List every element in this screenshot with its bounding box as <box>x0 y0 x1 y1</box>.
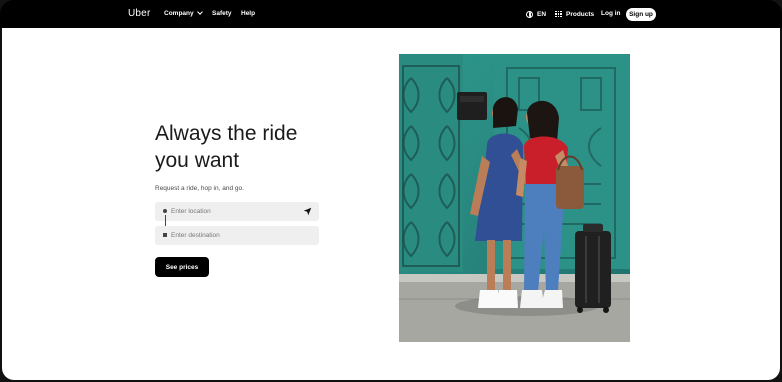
see-prices-button[interactable]: See prices <box>155 257 209 277</box>
grid-icon <box>555 10 562 18</box>
uber-logo[interactable]: Uber <box>128 8 150 19</box>
location-field[interactable] <box>155 202 319 221</box>
page-title: Always the ride you want <box>155 120 335 174</box>
browser-frame: Uber Company Safety Help EN Products Log… <box>0 0 782 382</box>
login-link[interactable]: Log in <box>601 10 621 17</box>
location-input[interactable] <box>171 202 301 221</box>
destination-input[interactable] <box>171 226 301 245</box>
hero-subtext: Request a ride, hop in, and go. <box>155 185 244 192</box>
hero-image <box>399 54 630 342</box>
globe-icon <box>526 10 533 18</box>
company-menu[interactable]: Company <box>164 9 203 17</box>
dot-icon <box>163 209 167 213</box>
destination-field[interactable] <box>155 226 319 245</box>
headline-line-1: Always the ride <box>155 122 298 145</box>
language-label: EN <box>537 10 547 18</box>
company-menu-label: Company <box>164 10 194 17</box>
main-content: Always the ride you want Request a ride,… <box>2 28 780 380</box>
hero-photo <box>399 54 630 342</box>
products-label: Products <box>566 10 595 18</box>
navigation-arrow-icon[interactable] <box>303 207 312 216</box>
top-navigation-bar: Uber Company Safety Help EN Products Log… <box>0 0 782 28</box>
signup-button[interactable]: Sign up <box>626 8 656 21</box>
chevron-down-icon <box>196 9 203 15</box>
products-menu[interactable]: Products <box>555 9 594 19</box>
headline-line-2: you want <box>155 149 240 172</box>
help-link[interactable]: Help <box>241 10 255 17</box>
safety-link[interactable]: Safety <box>212 10 232 17</box>
square-icon <box>163 233 167 237</box>
language-selector[interactable]: EN <box>526 9 546 19</box>
